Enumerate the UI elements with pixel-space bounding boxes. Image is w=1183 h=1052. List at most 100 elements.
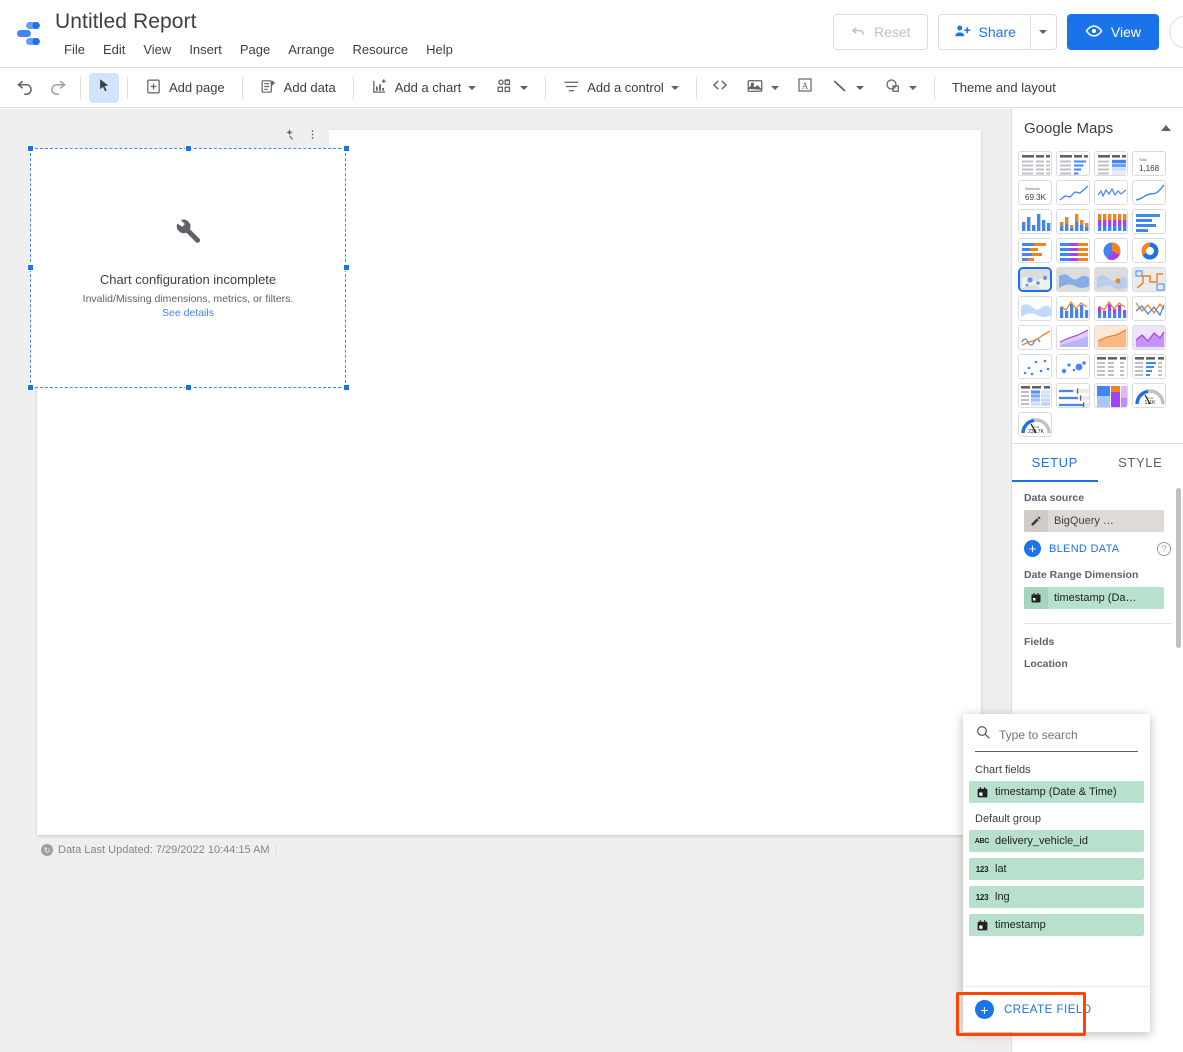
chart-type-smoothed-time-series-chart[interactable] [1132,180,1166,205]
search-input[interactable] [999,727,1154,742]
chart-type-google-maps-filled-chart[interactable] [1056,267,1090,292]
add-data-button[interactable]: Add data [251,73,345,103]
chart-type-scorecard-chart[interactable]: Total 1,168 [1132,151,1166,176]
theme-and-layout-button[interactable]: Theme and layout [943,73,1065,103]
insert-line-button[interactable] [822,73,873,103]
redo-button[interactable] [42,73,72,103]
chart-type-google-maps-heatmap-chart[interactable] [1094,267,1128,292]
chart-placeholder[interactable]: Chart configuration incomplete Invalid/M… [30,148,346,388]
resize-handle-sw[interactable] [27,384,34,391]
chart-type-bullet-chart[interactable] [1056,383,1090,408]
date-range-dimension-chip[interactable]: timestamp (Da… [1024,587,1164,609]
field-row-lng[interactable]: 123 lng [969,886,1144,908]
reset-button[interactable]: Reset [832,14,928,50]
field-list[interactable]: Chart fields timestamp (Date & Time) Defau… [963,752,1150,986]
chart-type-pivot-table-bars-chart[interactable] [1132,354,1166,379]
menu-item-file[interactable]: File [55,39,94,60]
chart-type-time-series-chart[interactable] [1056,180,1090,205]
chart-type-smoothed-line-chart[interactable] [1018,325,1052,350]
chart-type-google-maps-bubble-chart[interactable] [1018,267,1052,292]
resize-handle-e[interactable] [343,264,350,271]
chart-type-geo-chart[interactable] [1018,296,1052,321]
chart-type-pivot-table-chart[interactable] [1094,354,1128,379]
resize-handle-s[interactable] [185,384,192,391]
refresh-data-icon[interactable]: ↻ [41,844,53,856]
more-vert-icon[interactable] [306,128,319,146]
insert-shape-button[interactable] [875,73,926,103]
help-circle-icon[interactable]: ? [1157,541,1171,556]
report-title[interactable]: Untitled Report [55,8,462,36]
user-avatar-icon[interactable] [1169,16,1183,48]
menu-item-help[interactable]: Help [417,39,462,60]
tab-setup[interactable]: SETUP [1012,444,1098,482]
field-picker-dropdown[interactable]: Chart fields timestamp (Date & Time) Defau… [956,714,1154,1036]
chart-type-scorecard-compact-chart[interactable]: Sessions 69.3K [1018,180,1052,205]
chart-type-table-chart[interactable] [1018,151,1052,176]
chart-type-scatter-chart[interactable] [1018,354,1052,379]
chart-type-table-with-bars-chart[interactable] [1056,151,1090,176]
blend-data-button[interactable]: BLEND DATA [1049,543,1149,555]
data-source-chip[interactable]: BigQuery … [1024,510,1164,532]
view-label: View [1110,24,1141,40]
community-visualization-button[interactable] [487,73,537,103]
resize-handle-ne[interactable] [343,145,350,152]
add-chart-button[interactable]: Add a chart [362,73,486,103]
tab-style[interactable]: STYLE [1098,444,1183,482]
chart-type-area-chart[interactable] [1056,325,1090,350]
chart-type-100-stacked-bar-chart[interactable] [1056,238,1090,263]
panel-scrollbar[interactable] [1176,488,1181,648]
chart-type-stacked-combo-chart[interactable] [1094,296,1128,321]
share-button[interactable]: Share [938,15,1030,49]
report-canvas[interactable]: Chart configuration incomplete Invalid/M… [0,109,1011,1052]
menu-item-view[interactable]: View [134,39,180,60]
chart-type-bubble-chart[interactable] [1056,354,1090,379]
header-actions: Reset Share View [832,14,1183,50]
chart-type-gauge-chart[interactable]: Total 111K [1132,383,1166,408]
create-field-button[interactable]: CREATE FIELD [1004,1004,1092,1016]
chart-type-stacked-bar-chart[interactable] [1018,238,1052,263]
chart-type-treemap-chart[interactable] [1094,383,1128,408]
menu-item-resource[interactable]: Resource [343,39,417,60]
chart-type-gauge-large-chart[interactable]: Total 238.7K [1018,412,1052,437]
insert-image-button[interactable] [737,73,788,103]
embed-code-button[interactable] [705,73,735,103]
menu-item-arrange[interactable]: Arrange [279,39,343,60]
chart-type-pie-chart[interactable] [1094,238,1128,263]
chart-type-stacked-column-chart[interactable] [1056,209,1090,234]
view-button[interactable]: View [1066,14,1159,50]
chevron-up-icon[interactable] [1161,125,1171,131]
chart-type-donut-chart[interactable] [1132,238,1166,263]
add-control-button[interactable]: Add a control [554,73,688,103]
chart-type-stacked-area-chart[interactable] [1094,325,1128,350]
chart-type-line-combo-chart[interactable] [1132,296,1166,321]
menu-item-edit[interactable]: Edit [94,39,134,60]
menu-item-page[interactable]: Page [231,39,279,60]
resize-handle-n[interactable] [185,145,192,152]
field-row-lat[interactable]: 123 lat [969,858,1144,880]
resize-handle-nw[interactable] [27,145,34,152]
field-row-timestamp-date-time-[interactable]: timestamp (Date & Time) [969,781,1144,803]
chart-type-bar-chart[interactable] [1132,209,1166,234]
share-dropdown-button[interactable] [1029,15,1056,49]
add-page-button[interactable]: Add page [136,73,234,103]
field-row-delivery-vehicle-id[interactable]: ABC delivery_vehicle_id [969,830,1144,852]
magic-wand-icon[interactable] [283,128,296,146]
resize-handle-se[interactable] [343,384,350,391]
chart-type-table-with-heatmap-chart[interactable] [1094,151,1128,176]
chart-type-time-series-multi-chart[interactable] [1094,180,1128,205]
resize-handle-w[interactable] [27,264,34,271]
see-details-link[interactable]: See details [162,307,214,319]
chart-type-100-stacked-column-chart[interactable] [1094,209,1128,234]
chart-type-combo-chart[interactable] [1056,296,1090,321]
undo-button[interactable] [10,73,40,103]
chart-type-gallery[interactable]: Total 1,168 Sessions 69.3K Total 111K Total 238… [1012,147,1183,443]
chart-type-100-stacked-area-chart[interactable] [1132,325,1166,350]
chart-type-pivot-table-heatmap-chart[interactable] [1018,383,1052,408]
menu-item-insert[interactable]: Insert [180,39,231,60]
chart-type-google-maps-lines-chart[interactable] [1132,267,1166,292]
chart-widget[interactable]: Chart configuration incomplete Invalid/M… [27,126,350,391]
select-tool-button[interactable] [89,72,119,103]
field-row-timestamp[interactable]: timestamp [969,914,1144,936]
chart-type-column-chart[interactable] [1018,209,1052,234]
insert-text-button[interactable]: A [790,73,820,103]
